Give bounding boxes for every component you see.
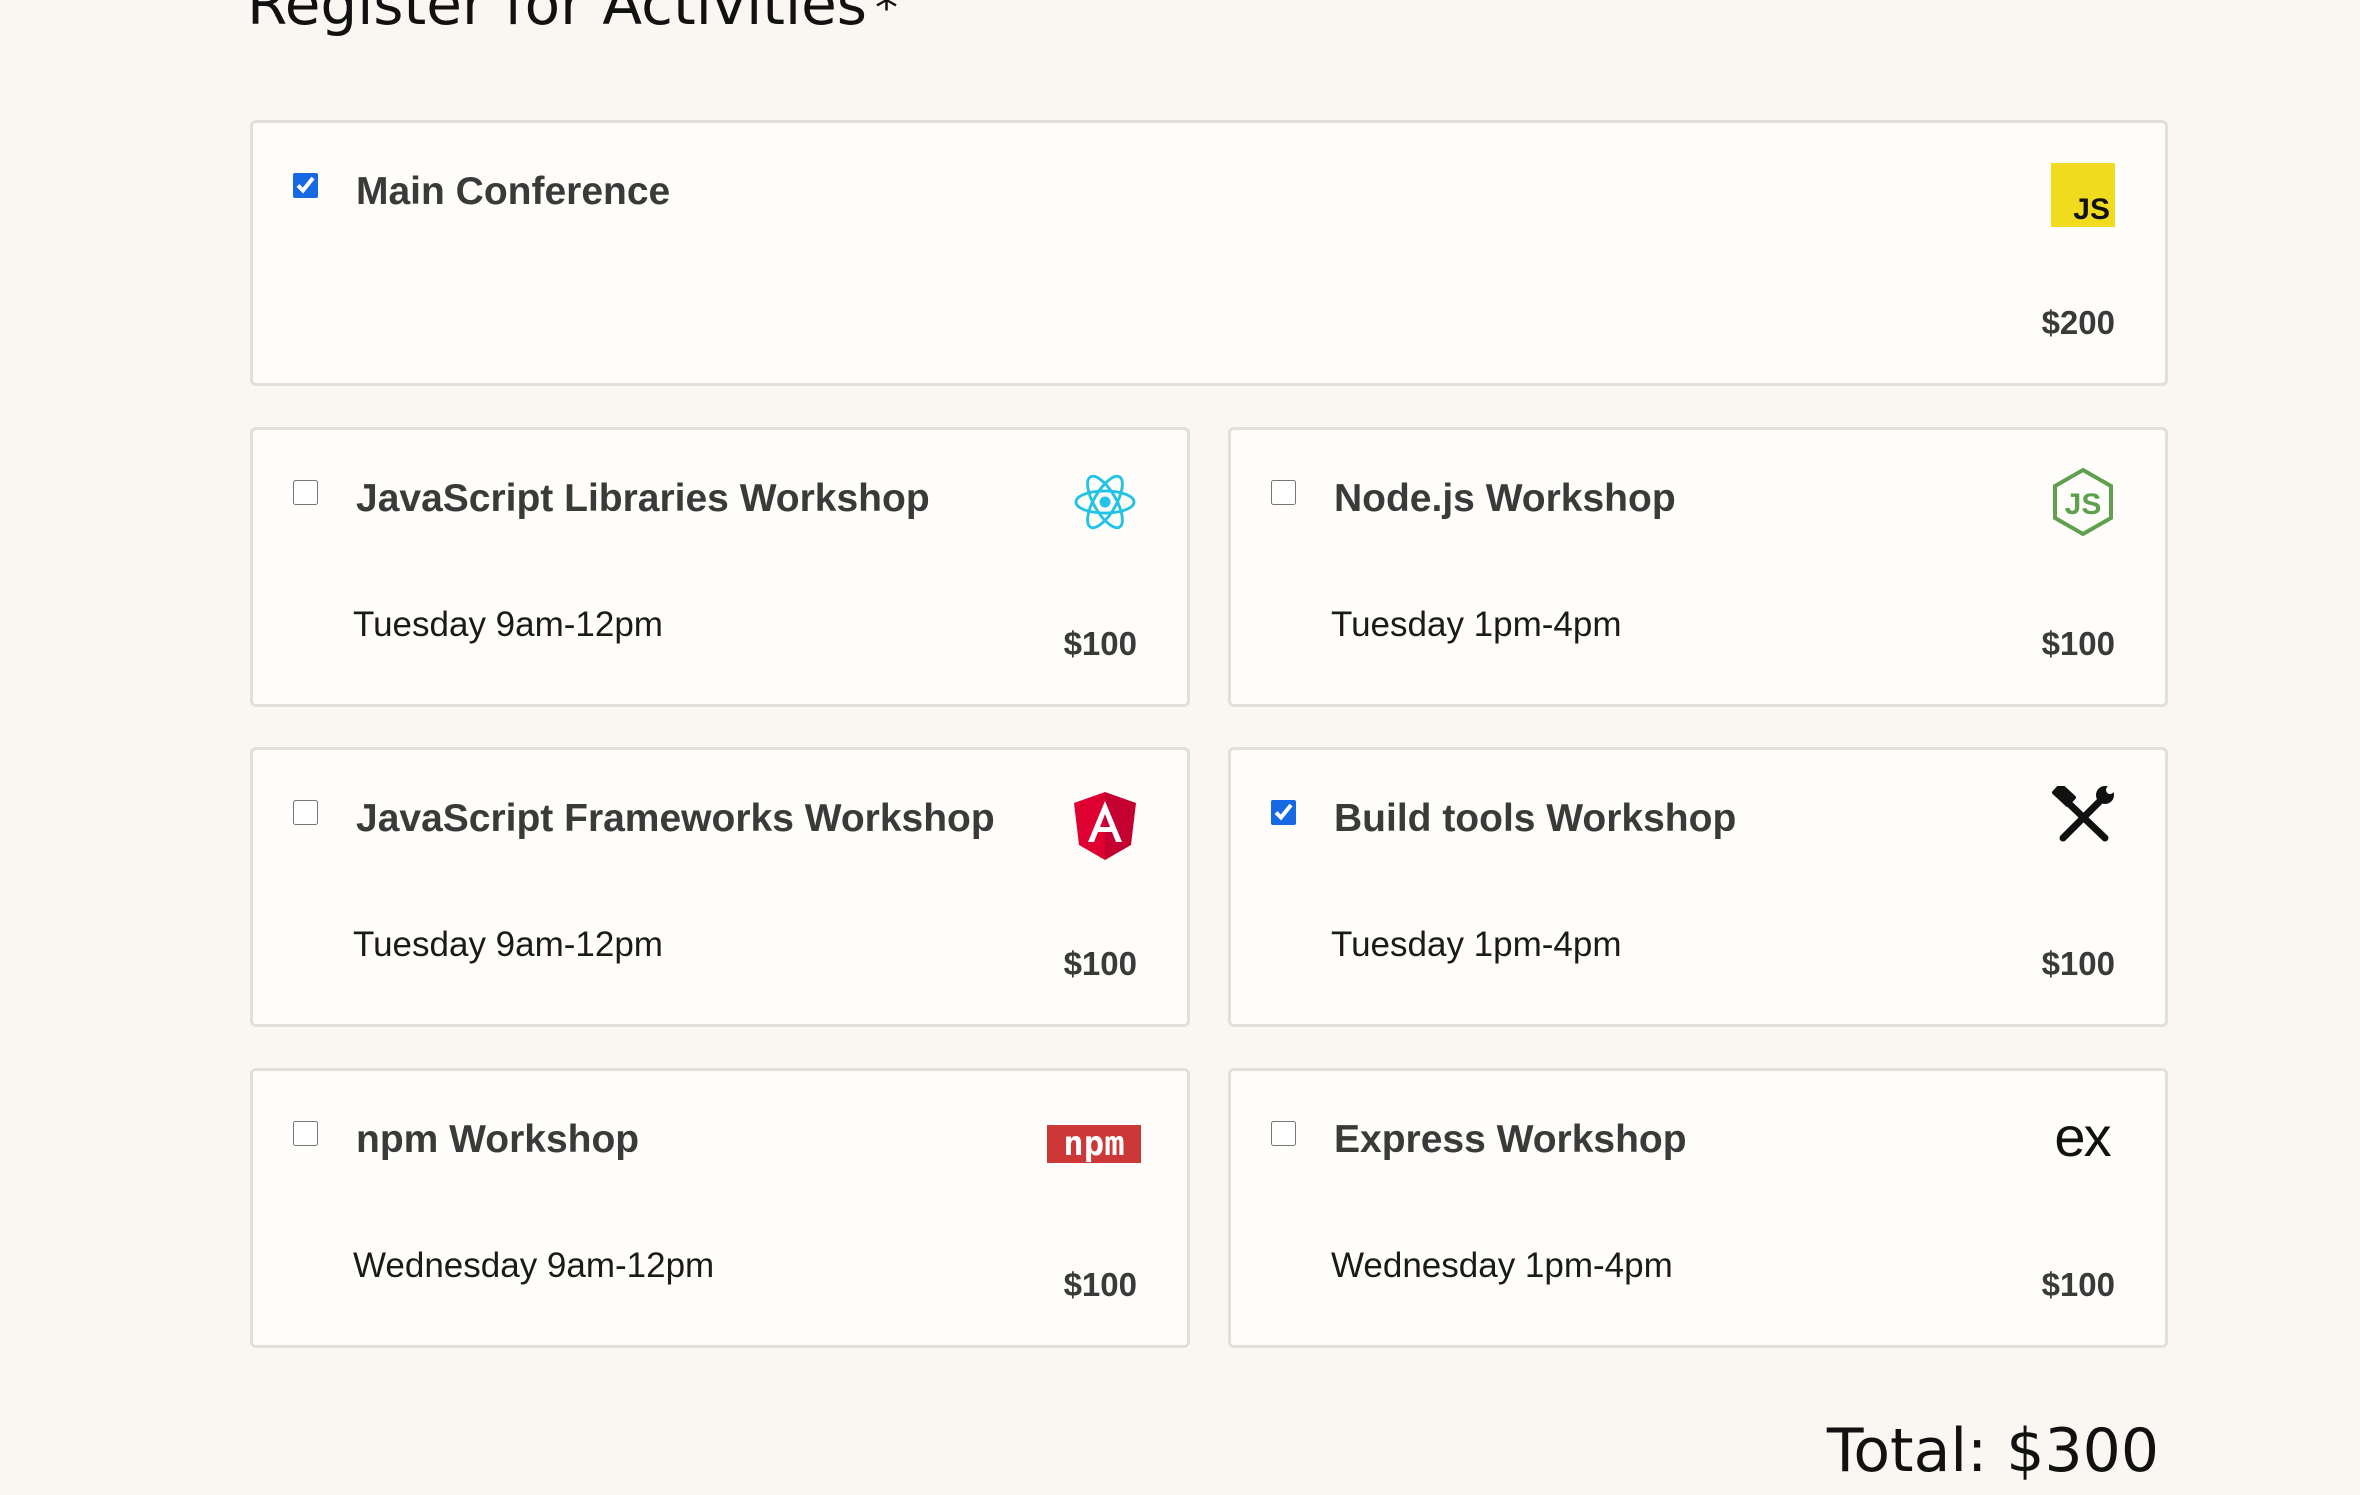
javascript-icon: JS — [2051, 163, 2115, 227]
activity-price: $100 — [2041, 944, 2115, 982]
npm-icon: npm — [1047, 1125, 1141, 1163]
activity-price: $100 — [1063, 624, 1137, 662]
svg-text:JS: JS — [2065, 488, 2102, 521]
total-amount: Total: $300 — [1826, 1416, 2159, 1486]
activity-checkbox-build-tools[interactable] — [1271, 800, 1296, 825]
activity-checkbox-express[interactable] — [1271, 1121, 1296, 1146]
activity-name: Node.js Workshop — [1334, 477, 1676, 520]
react-icon — [1073, 470, 1137, 534]
activity-card-build-tools[interactable]: Build tools Workshop Tuesday 1pm-4pm $10… — [1228, 747, 2168, 1027]
activity-price: $200 — [2041, 303, 2115, 341]
activity-name: JavaScript Libraries Workshop — [356, 477, 930, 520]
activity-card-nodejs[interactable]: Node.js Workshop JS Tuesday 1pm-4pm $100 — [1228, 427, 2168, 707]
activity-time: Tuesday 9am-12pm — [353, 605, 663, 644]
activity-time: Wednesday 1pm-4pm — [1331, 1246, 1673, 1285]
angular-icon — [1073, 792, 1137, 860]
activity-price: $100 — [2041, 1265, 2115, 1303]
activity-price: $100 — [2041, 624, 2115, 662]
activity-checkbox-main-conference[interactable] — [293, 173, 318, 198]
activity-checkbox-npm[interactable] — [293, 1121, 318, 1146]
activity-name: npm Workshop — [356, 1118, 640, 1161]
svg-text:npm: npm — [1063, 1125, 1124, 1163]
activity-card-js-libraries[interactable]: JavaScript Libraries Workshop Tuesday 9a… — [250, 427, 1190, 707]
activity-price: $100 — [1063, 1265, 1137, 1303]
express-icon: ex — [2054, 1105, 2111, 1168]
activity-checkbox-js-libraries[interactable] — [293, 480, 318, 505]
build-tools-icon — [2051, 784, 2115, 848]
activity-card-express[interactable]: Express Workshop ex Wednesday 1pm-4pm $1… — [1228, 1068, 2168, 1348]
activity-name: Main Conference — [356, 170, 671, 213]
activity-time: Tuesday 9am-12pm — [353, 925, 663, 964]
activity-card-npm[interactable]: npm Workshop npm Wednesday 9am-12pm $100 — [250, 1068, 1190, 1348]
required-marker: * — [875, 0, 899, 35]
activity-card-main-conference[interactable]: Main Conference JS $200 — [250, 120, 2168, 386]
section-title-text: Register for Activities — [247, 0, 868, 38]
activity-name: JavaScript Frameworks Workshop — [356, 797, 995, 840]
activity-checkbox-js-frameworks[interactable] — [293, 800, 318, 825]
activity-checkbox-nodejs[interactable] — [1271, 480, 1296, 505]
activity-time: Tuesday 1pm-4pm — [1331, 605, 1622, 644]
activity-time: Tuesday 1pm-4pm — [1331, 925, 1622, 964]
nodejs-icon: JS — [2051, 467, 2115, 537]
activity-time: Wednesday 9am-12pm — [353, 1246, 715, 1285]
activity-name: Express Workshop — [1334, 1118, 1687, 1161]
section-title: Register for Activities * — [247, 0, 898, 40]
activity-price: $100 — [1063, 944, 1137, 982]
activity-name: Build tools Workshop — [1334, 797, 1737, 840]
activity-card-js-frameworks[interactable]: JavaScript Frameworks Workshop Tuesday 9… — [250, 747, 1190, 1027]
